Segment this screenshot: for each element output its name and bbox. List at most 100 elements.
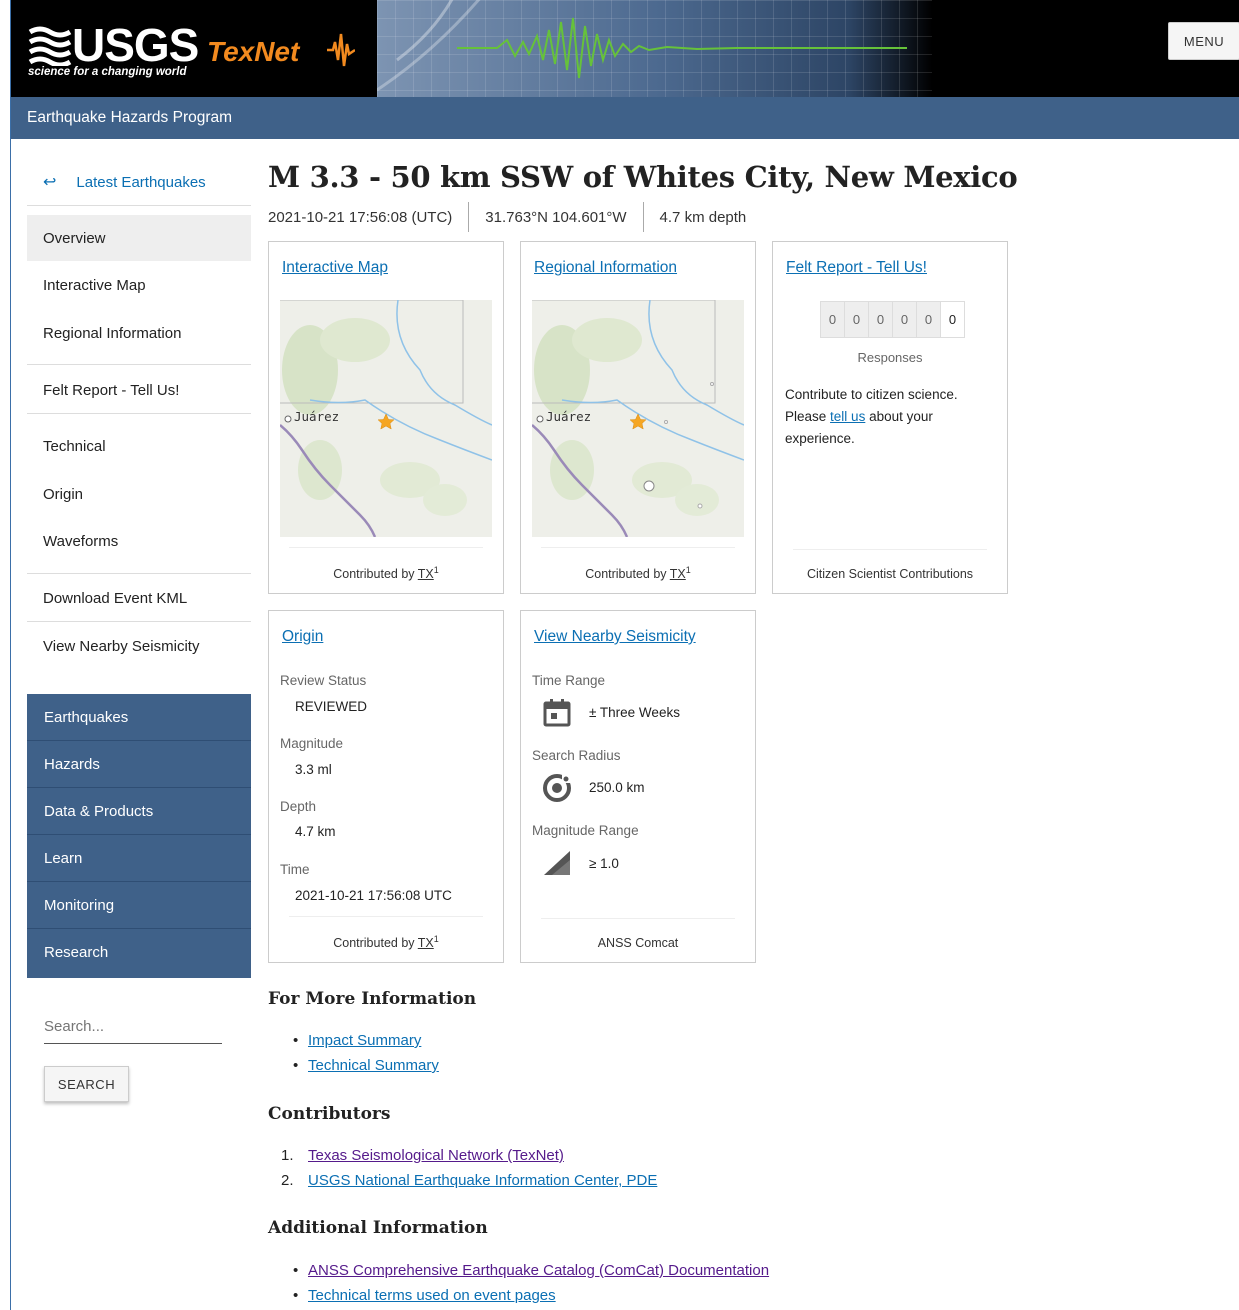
counter-digit: 0 <box>821 302 845 337</box>
contributed-by-label: Contributed by <box>333 936 415 950</box>
neic-contributor-link[interactable]: USGS National Earthquake Information Cen… <box>308 1172 657 1189</box>
origin-link[interactable]: Origin <box>282 628 323 646</box>
regional-information-link[interactable]: Regional Information <box>534 259 677 277</box>
sidebar-item-regional-information[interactable]: Regional Information <box>27 310 251 356</box>
magnitude-range-value: ≥ 1.0 <box>589 856 619 871</box>
calendar-icon <box>543 699 571 727</box>
tell-us-link[interactable]: tell us <box>830 409 865 424</box>
usgs-wave-icon <box>28 26 72 66</box>
interactive-map-thumbnail[interactable]: Juárez <box>280 300 492 537</box>
seismogram-wave-icon <box>377 0 907 92</box>
sidebar-divider <box>27 621 251 622</box>
event-location: 31.763°N 104.601°W <box>485 208 627 226</box>
sidebar-item-technical[interactable]: Technical <box>27 423 251 469</box>
time-range-label: Time Range <box>532 673 606 688</box>
list-item: 1. Texas Seismological Network (TexNet) <box>281 1147 564 1164</box>
interactive-map-footer: Contributed by TX1 <box>269 546 503 581</box>
search-radius-value: 250.0 km <box>589 780 645 795</box>
search-input[interactable] <box>44 1010 222 1044</box>
regional-footer: Contributed by TX1 <box>521 546 755 581</box>
back-arrow-icon: ↩ <box>43 174 57 191</box>
nearby-seismicity-link[interactable]: View Nearby Seismicity <box>534 628 696 646</box>
time-range-value: ± Three Weeks <box>589 705 680 720</box>
counter-digit: 0 <box>845 302 869 337</box>
menu-button[interactable]: MENU <box>1168 22 1239 60</box>
counter-digit: 0 <box>893 302 917 337</box>
magnitude-range-label: Magnitude Range <box>532 823 639 838</box>
nav-item-learn[interactable]: Learn <box>27 835 251 882</box>
search-button[interactable]: SEARCH <box>44 1066 129 1102</box>
nav-item-research[interactable]: Research <box>27 929 251 976</box>
nav-item-monitoring[interactable]: Monitoring <box>27 882 251 929</box>
depth-label: Depth <box>280 799 317 814</box>
contributor-footnote: 1 <box>433 564 439 575</box>
program-title[interactable]: Earthquake Hazards Program <box>27 109 232 127</box>
technical-summary-link[interactable]: Technical Summary <box>308 1057 439 1074</box>
nav-item-hazards[interactable]: Hazards <box>27 741 251 788</box>
felt-report-card: Felt Report - Tell Us! 0 0 0 0 0 0 Respo… <box>772 241 1008 594</box>
contributor-link[interactable]: TX <box>418 936 434 950</box>
meta-separator <box>642 202 644 232</box>
nearby-footer: ANSS Comcat <box>521 918 755 950</box>
review-status-label: Review Status <box>280 673 367 688</box>
meta-separator <box>468 202 470 232</box>
impact-summary-link[interactable]: Impact Summary <box>308 1032 421 1049</box>
magnitude-value: 3.3 ml <box>295 762 332 777</box>
contributor-link[interactable]: TX <box>670 567 686 581</box>
contributor-footnote: 1 <box>433 933 439 944</box>
time-label: Time <box>280 862 310 877</box>
origin-card: Origin Review Status REVIEWED Magnitude … <box>268 610 504 963</box>
usgs-tagline: science for a changing world <box>28 66 187 78</box>
sidebar-item-download-kml[interactable]: Download Event KML <box>27 575 251 621</box>
contributed-by-label: Contributed by <box>333 567 415 581</box>
felt-report-link[interactable]: Felt Report - Tell Us! <box>786 259 927 277</box>
page-edge <box>10 0 11 1310</box>
target-icon <box>543 774 571 802</box>
latest-earthquakes-link[interactable]: ↩ Latest Earthquakes <box>43 172 206 192</box>
additional-info-list: • ANSS Comprehensive Earthquake Catalog (… <box>293 1258 769 1308</box>
sidebar-item-nearby-seismicity[interactable]: View Nearby Seismicity <box>27 623 251 669</box>
counter-digit: 0 <box>869 302 893 337</box>
latest-earthquakes-label: Latest Earthquakes <box>76 173 206 191</box>
seismogram-banner <box>377 0 932 97</box>
regional-map-thumbnail[interactable]: Juárez <box>532 300 744 537</box>
anss-comcat-label: ANSS Comcat <box>597 936 679 950</box>
map-thumbnail-graphic: Juárez <box>280 300 492 537</box>
counter-digit: 0 <box>941 302 964 337</box>
texnet-burst-icon <box>327 33 355 67</box>
comcat-docs-link[interactable]: ANSS Comprehensive Earthquake Catalog (C… <box>308 1262 769 1279</box>
page-title: M 3.3 - 50 km SSW of Whites City, New Me… <box>268 160 1018 194</box>
texnet-logo[interactable]: TexNet <box>207 36 299 68</box>
citizen-scientist-label: Citizen Scientist Contributions <box>806 567 974 581</box>
technical-terms-link[interactable]: Technical terms used on event pages <box>308 1287 556 1304</box>
regional-information-card: Regional Information Juárez Contributed … <box>520 241 756 594</box>
sidebar-item-overview[interactable]: Overview <box>27 215 251 261</box>
time-value: 2021-10-21 17:56:08 UTC <box>295 888 452 903</box>
nav-item-earthquakes[interactable]: Earthquakes <box>27 694 251 741</box>
usgs-logo[interactable]: USGS science for a changing world <box>28 19 199 82</box>
sidebar-item-origin[interactable]: Origin <box>27 471 251 517</box>
search-radius-label: Search Radius <box>532 748 621 763</box>
site-nav: Earthquakes Hazards Data & Products Lear… <box>27 694 251 978</box>
origin-footer: Contributed by TX1 <box>269 915 503 950</box>
list-item: • Impact Summary <box>293 1032 422 1049</box>
sidebar-item-waveforms[interactable]: Waveforms <box>27 518 251 564</box>
sidebar-item-felt-report[interactable]: Felt Report - Tell Us! <box>27 367 251 413</box>
usgs-wordmark: USGS <box>72 19 199 71</box>
texnet-contributor-link[interactable]: Texas Seismological Network (TexNet) <box>308 1147 564 1164</box>
site-header: USGS science for a changing world TexNet… <box>11 0 1239 97</box>
contributor-link[interactable]: TX <box>418 567 434 581</box>
more-info-heading: For More Information <box>268 989 477 1009</box>
event-time: 2021-10-21 17:56:08 (UTC) <box>268 208 453 226</box>
felt-description: Contribute to citizen science. Please te… <box>785 384 995 450</box>
list-item: • Technical terms used on event pages <box>293 1287 556 1304</box>
program-bar: Earthquake Hazards Program <box>11 97 1239 139</box>
interactive-map-card: Interactive Map Juárez Contributed by TX… <box>268 241 504 594</box>
nav-item-data-products[interactable]: Data & Products <box>27 788 251 835</box>
more-info-list: • Impact Summary • Technical Summary <box>293 1028 439 1078</box>
sidebar-item-interactive-map[interactable]: Interactive Map <box>27 262 251 308</box>
sidebar-divider <box>27 205 251 206</box>
map-city-label: Juárez <box>546 409 591 424</box>
interactive-map-link[interactable]: Interactive Map <box>282 259 388 277</box>
list-item: • Technical Summary <box>293 1057 439 1074</box>
